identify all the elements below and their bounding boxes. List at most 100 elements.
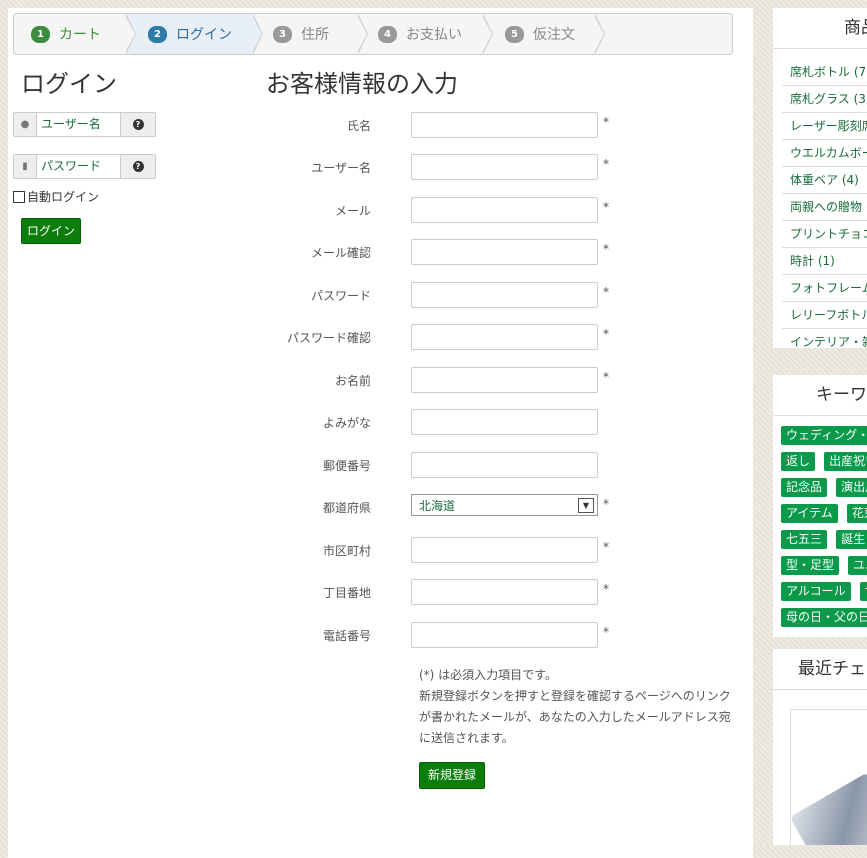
email-input[interactable] (411, 197, 598, 223)
step-label: お支払い (406, 27, 462, 43)
sidebar-keywords: キーワ ウェディング・ 返し 出産祝い 記念品 演出用 アイテム 花束 七五三 … (773, 375, 867, 637)
step-cart[interactable]: 1 カート (14, 14, 136, 54)
step-arrow (357, 14, 368, 54)
required-mark: * (603, 540, 609, 554)
step-provisional-order: 5 仮注文 (483, 14, 605, 54)
form-row-phone: 電話番号 * (258, 622, 728, 648)
keyword-tag[interactable]: 七五三 (781, 530, 828, 549)
chevron-down-icon[interactable]: ▼ (578, 498, 594, 513)
field-label: メール確認 (310, 246, 371, 260)
category-link[interactable]: 席札ボトル (7 (782, 59, 867, 86)
auto-login-checkbox[interactable] (13, 190, 25, 203)
required-mark: * (603, 200, 609, 214)
keyword-tag[interactable]: 型・足型 (781, 556, 840, 575)
category-link[interactable]: レリーフボトル (782, 302, 867, 329)
field-label: 市区町村 (322, 544, 371, 558)
required-mark: * (603, 497, 609, 511)
category-link[interactable]: 席札グラス (3 (782, 86, 867, 113)
phone-input[interactable] (411, 622, 598, 648)
city-input[interactable] (411, 537, 598, 563)
keyword-tag[interactable]: 返し (781, 452, 816, 471)
step-number: 3 (273, 25, 292, 43)
password-confirm-input[interactable] (411, 324, 598, 350)
login-button[interactable]: ログイン (21, 218, 81, 244)
keyword-tag[interactable]: 記念品 (781, 478, 828, 497)
category-link[interactable]: 両親への贈物 ( (782, 194, 867, 221)
step-login[interactable]: 2 ログイン (126, 14, 263, 54)
step-payment: 4 お支払い (358, 14, 493, 54)
email-confirm-input[interactable] (411, 239, 598, 265)
category-link[interactable]: レーザー彫刻席 (782, 113, 867, 140)
category-link[interactable]: プリントチョコ (782, 221, 867, 248)
step-address: 3 住所 (253, 14, 368, 54)
step-label: ログイン (176, 27, 232, 43)
postal-code-input[interactable] (411, 452, 598, 478)
field-label: 郵便番号 (322, 459, 371, 473)
step-label: 住所 (301, 27, 329, 43)
keywords-title: キーワ (773, 375, 867, 416)
password-field[interactable]: ▮ パスワード ? (13, 154, 156, 179)
field-label: パスワード確認 (286, 331, 371, 345)
full-name-input[interactable] (411, 367, 598, 393)
street-input[interactable] (411, 579, 598, 605)
auto-login[interactable]: 自動ログイン (13, 188, 99, 205)
register-button[interactable]: 新規登録 (419, 762, 485, 789)
form-row-postal-code: 郵便番号 (258, 452, 728, 478)
password-input[interactable]: パスワード (37, 155, 120, 178)
registration-note: (*) は必須入力項目です。 新規登録ボタンを押すと登録を確認するページへのリン… (419, 665, 739, 749)
categories-title: 商品 (773, 8, 867, 49)
help-button[interactable]: ? (120, 155, 155, 178)
keyword-tag[interactable]: ウェディング・ (781, 426, 867, 445)
required-mark: * (603, 625, 609, 639)
step-number: 4 (378, 25, 397, 43)
form-row-name: 氏名 * (258, 112, 728, 138)
product-thumbnail[interactable] (789, 772, 867, 845)
category-link[interactable]: 時計 (1) (782, 248, 867, 275)
username-register-input[interactable] (411, 154, 598, 180)
keyword-tag[interactable]: ユニ (848, 556, 867, 575)
keyword-tag[interactable]: 演出用 (836, 478, 867, 497)
question-icon: ? (132, 119, 144, 130)
required-mark: * (603, 115, 609, 129)
required-note: (*) は必須入力項目です。 (419, 668, 557, 682)
field-label: 氏名 (346, 119, 371, 133)
required-mark: * (603, 285, 609, 299)
required-mark: * (603, 242, 609, 256)
keyword-tag[interactable]: 出産祝い (824, 452, 867, 471)
form-row-street: 丁目番地 * (258, 579, 728, 605)
reading-input[interactable] (411, 409, 598, 435)
login-title: ログイン (21, 70, 117, 98)
sidebar-recently-viewed: 最近チェ (773, 649, 867, 845)
user-icon: ● (14, 113, 37, 136)
name-input[interactable] (411, 112, 598, 138)
username-field[interactable]: ● ユーザー名 ? (13, 112, 156, 137)
keyword-tag[interactable]: アルコール (781, 582, 851, 601)
password-register-input[interactable] (411, 282, 598, 308)
category-link[interactable]: フォトフレーム (782, 275, 867, 302)
step-arrow (252, 14, 263, 54)
category-link[interactable]: インテリア・雑 (782, 329, 867, 348)
category-link[interactable]: 体重ベア (4) (782, 167, 867, 194)
username-input[interactable]: ユーザー名 (37, 113, 120, 136)
form-row-prefecture: 都道府県 北海道 ▼ * (258, 494, 728, 520)
keyword-tag[interactable]: 誕生 (836, 530, 867, 549)
email-note: 新規登録ボタンを押すと登録を確認するページへのリンクが書かれたメールが、あなたの… (419, 689, 731, 745)
keyword-tag[interactable]: サ (859, 582, 867, 601)
keyword-tag[interactable]: 花束 (846, 504, 867, 523)
required-mark: * (603, 157, 609, 171)
lock-icon: ▮ (14, 155, 37, 178)
sidebar-categories: 商品 席札ボトル (7 席札グラス (3 レーザー彫刻席 ウエルカムボー 体重ベ… (773, 8, 867, 348)
category-link[interactable]: ウエルカムボー (782, 140, 867, 167)
question-icon: ? (132, 161, 144, 172)
required-mark: * (603, 370, 609, 384)
recent-product-card[interactable] (789, 709, 867, 845)
keyword-tag[interactable]: アイテム (781, 504, 838, 523)
step-number: 5 (505, 25, 524, 43)
recently-viewed-title: 最近チェ (773, 649, 867, 690)
step-arrow (482, 14, 493, 54)
help-button[interactable]: ? (120, 113, 155, 136)
prefecture-select[interactable]: 北海道 ▼ (411, 494, 598, 516)
keyword-tag[interactable]: 母の日・父の日 (781, 608, 867, 627)
step-arrow (125, 14, 136, 54)
field-label: よみがな (322, 416, 371, 430)
